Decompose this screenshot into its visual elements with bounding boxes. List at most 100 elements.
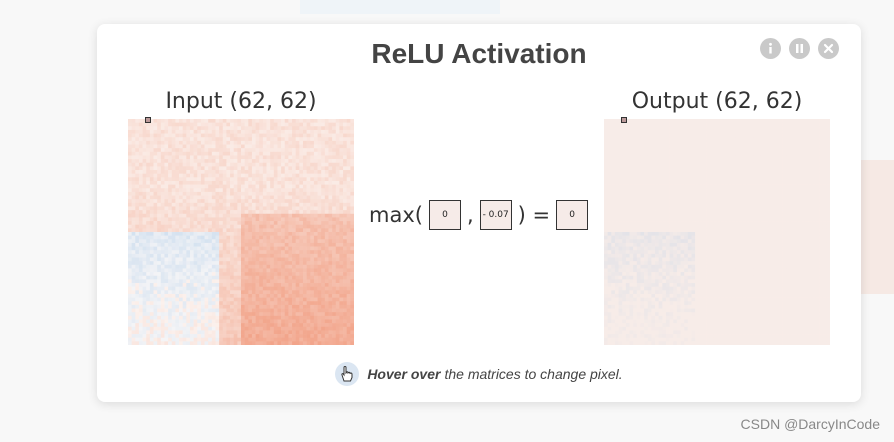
output-pixel bbox=[804, 151, 809, 156]
output-pixel bbox=[684, 155, 689, 160]
input-pixel bbox=[335, 232, 340, 236]
output-matrix[interactable] bbox=[604, 119, 830, 345]
input-pixel bbox=[332, 330, 337, 335]
input-pixel bbox=[230, 126, 235, 131]
input-pixel bbox=[324, 213, 329, 218]
input-pixel bbox=[332, 119, 337, 123]
input-pixel bbox=[182, 232, 187, 236]
output-pixel bbox=[826, 162, 830, 167]
input-pixel bbox=[299, 151, 304, 156]
output-pixel bbox=[687, 170, 692, 174]
input-pixel bbox=[346, 162, 351, 167]
input-pixel bbox=[226, 206, 231, 211]
input-pixel bbox=[288, 144, 293, 149]
input-pixel bbox=[237, 232, 242, 236]
input-pixel bbox=[164, 275, 169, 280]
input-pixel bbox=[332, 308, 337, 313]
input-pixel bbox=[131, 155, 136, 160]
input-pixel bbox=[135, 184, 140, 189]
input-pixel bbox=[204, 272, 209, 277]
output-pixel bbox=[640, 148, 645, 153]
output-pixel bbox=[811, 122, 816, 127]
output-pixel bbox=[625, 126, 630, 131]
input-pixel bbox=[244, 257, 249, 262]
input-pixel bbox=[251, 315, 256, 320]
input-pixel bbox=[164, 148, 169, 153]
input-pixel bbox=[292, 279, 296, 284]
input-pixel bbox=[193, 341, 198, 345]
input-pixel bbox=[328, 341, 333, 345]
input-pixel bbox=[135, 253, 140, 258]
output-pixel bbox=[618, 170, 623, 174]
input-pixel bbox=[193, 279, 198, 284]
output-pixel bbox=[789, 144, 794, 149]
input-pixel bbox=[284, 170, 289, 174]
output-pixel bbox=[662, 159, 667, 164]
input-pixel bbox=[270, 126, 275, 131]
input-pixel bbox=[284, 290, 289, 295]
input-pixel bbox=[157, 279, 162, 284]
input-pixel bbox=[215, 170, 220, 174]
input-pixel bbox=[128, 264, 132, 269]
input-pixel bbox=[189, 334, 194, 339]
input-pixel bbox=[128, 137, 132, 142]
output-pixel bbox=[760, 119, 765, 123]
output-pixel bbox=[614, 148, 619, 153]
input-pixel bbox=[273, 133, 278, 138]
input-pixel bbox=[339, 297, 344, 302]
input-pixel bbox=[131, 202, 136, 207]
close-icon[interactable] bbox=[818, 38, 839, 59]
input-pixel bbox=[277, 195, 282, 200]
input-pixel bbox=[168, 217, 173, 222]
input-pixel bbox=[131, 206, 136, 211]
info-icon[interactable] bbox=[760, 38, 781, 59]
input-pixel bbox=[299, 119, 304, 123]
output-pixel bbox=[811, 162, 816, 167]
input-pixel bbox=[149, 224, 154, 229]
input-pixel bbox=[131, 283, 136, 287]
input-pixel bbox=[328, 217, 333, 222]
input-pixel bbox=[142, 257, 147, 262]
input-pixel bbox=[350, 261, 354, 266]
input-pixel bbox=[128, 173, 132, 178]
input-pixel bbox=[179, 235, 183, 240]
input-pixel bbox=[266, 126, 271, 131]
output-pixel bbox=[742, 180, 747, 185]
output-pixel bbox=[804, 148, 809, 153]
output-pixel bbox=[709, 133, 714, 138]
input-pixel bbox=[350, 188, 354, 193]
input-pixel bbox=[299, 199, 304, 204]
input-pixel bbox=[200, 162, 205, 167]
output-pixel bbox=[673, 133, 678, 138]
input-pixel bbox=[335, 275, 340, 280]
input-pixel bbox=[171, 137, 176, 142]
input-pixel bbox=[219, 304, 224, 309]
input-pixel bbox=[175, 297, 180, 302]
input-pixel bbox=[299, 191, 304, 196]
input-pixel bbox=[328, 210, 333, 215]
input-pixel bbox=[149, 217, 154, 222]
input-pixel bbox=[343, 293, 348, 298]
input-pixel bbox=[226, 268, 231, 273]
input-pixel bbox=[142, 166, 147, 171]
input-pixel bbox=[226, 170, 231, 174]
input-matrix[interactable] bbox=[128, 119, 354, 345]
input-pixel bbox=[179, 301, 183, 306]
input-pixel bbox=[208, 122, 213, 127]
output-pixel bbox=[673, 170, 678, 174]
input-pixel bbox=[226, 173, 231, 178]
input-pixel bbox=[262, 286, 267, 291]
pause-icon[interactable] bbox=[789, 38, 810, 59]
input-pixel bbox=[237, 228, 242, 233]
input-pixel bbox=[226, 304, 231, 309]
input-pixel bbox=[197, 144, 202, 149]
output-pixel bbox=[778, 137, 783, 142]
input-pixel bbox=[350, 257, 354, 262]
input-pixel bbox=[149, 202, 154, 207]
input-pixel bbox=[182, 202, 187, 207]
input-pixel bbox=[128, 129, 132, 134]
input-pixel bbox=[142, 133, 147, 138]
output-pixel bbox=[658, 159, 663, 164]
output-pixel bbox=[746, 162, 751, 167]
input-pixel bbox=[328, 239, 333, 244]
